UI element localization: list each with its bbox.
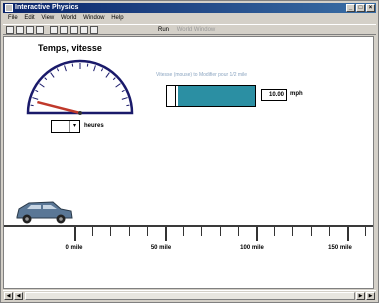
speedometer-gauge [26,59,134,115]
menu-edit[interactable]: Edit [24,15,34,21]
scroll-right-icon[interactable]: ▶ [366,292,375,300]
road-tick [92,227,94,236]
scroll-left-icon[interactable]: ◀ [4,292,13,300]
hours-dropdown[interactable]: ▾ [51,120,80,133]
help-icon[interactable] [90,26,98,34]
road-tick [274,227,276,236]
road-tick [110,227,112,236]
horizontal-scrollbar[interactable]: ◀ ◀ ▶ ▶ [3,290,376,301]
road-tick [146,227,148,236]
world-window-label: World Window [176,27,216,33]
window-title: Interactive Physics [15,4,79,11]
road-tick [328,227,330,236]
road-tick [219,227,221,236]
undo-icon[interactable] [80,26,88,34]
meter-fill [177,86,255,106]
menu-world[interactable]: World [61,15,77,21]
run-button[interactable]: Run [158,27,169,33]
menu-view[interactable]: View [41,15,54,21]
simulation-canvas[interactable]: Temps, vitesse Vitesse (mouse) to Modifi… [3,36,374,289]
open-icon[interactable] [16,26,24,34]
copy-icon[interactable] [60,26,68,34]
meter-caption: Vitesse (mouse) to Modifier pour 1/2 mil… [156,72,248,78]
toolbar: Run World Window [3,24,376,35]
road-label-150: 150 mile [328,245,352,251]
meter-unfilled [167,86,176,106]
road-line [4,225,373,227]
scene-title: Temps, vitesse [38,43,102,53]
chevron-down-icon[interactable]: ▾ [69,121,79,132]
maximize-button[interactable]: □ [356,4,365,12]
scroll-step-right-icon[interactable]: ▶ [356,292,365,300]
app-window: Interactive Physics _ □ × File Edit View… [0,0,379,303]
road-tick [347,227,349,241]
road-tick [365,227,367,236]
hours-label: heures [84,123,104,129]
app-icon [5,4,13,12]
road-tick [128,227,130,236]
road-label-0: 0 mile [65,245,83,251]
road-label-50: 50 mile [150,245,172,251]
menu-help[interactable]: Help [111,15,123,21]
car-icon[interactable] [15,199,75,225]
minimize-button[interactable]: _ [346,4,355,12]
road-tick [292,227,294,236]
print-icon[interactable] [36,26,44,34]
menu-bar: File Edit View World Window Help [3,14,376,23]
road-tick [201,227,203,236]
speed-unit-label: mph [290,91,303,97]
road-tick [237,227,239,236]
scroll-thumb[interactable] [25,292,355,300]
menu-file[interactable]: File [8,15,18,21]
speed-meter[interactable] [166,85,256,107]
road-tick [183,227,185,236]
gauge-pivot [78,111,82,115]
speed-input[interactable]: 10.00 [261,89,287,101]
cut-icon[interactable] [50,26,58,34]
title-bar: Interactive Physics _ □ × [3,3,376,13]
road-tick [256,227,258,241]
menu-window[interactable]: Window [83,15,104,21]
road-tick [310,227,312,236]
road-label-100: 100 mile [240,245,264,251]
close-button[interactable]: × [366,4,375,12]
road-tick [74,227,76,241]
paste-icon[interactable] [70,26,78,34]
scroll-step-icon[interactable]: ◀ [14,292,23,300]
new-icon[interactable] [6,26,14,34]
road-tick [165,227,167,241]
save-icon[interactable] [26,26,34,34]
